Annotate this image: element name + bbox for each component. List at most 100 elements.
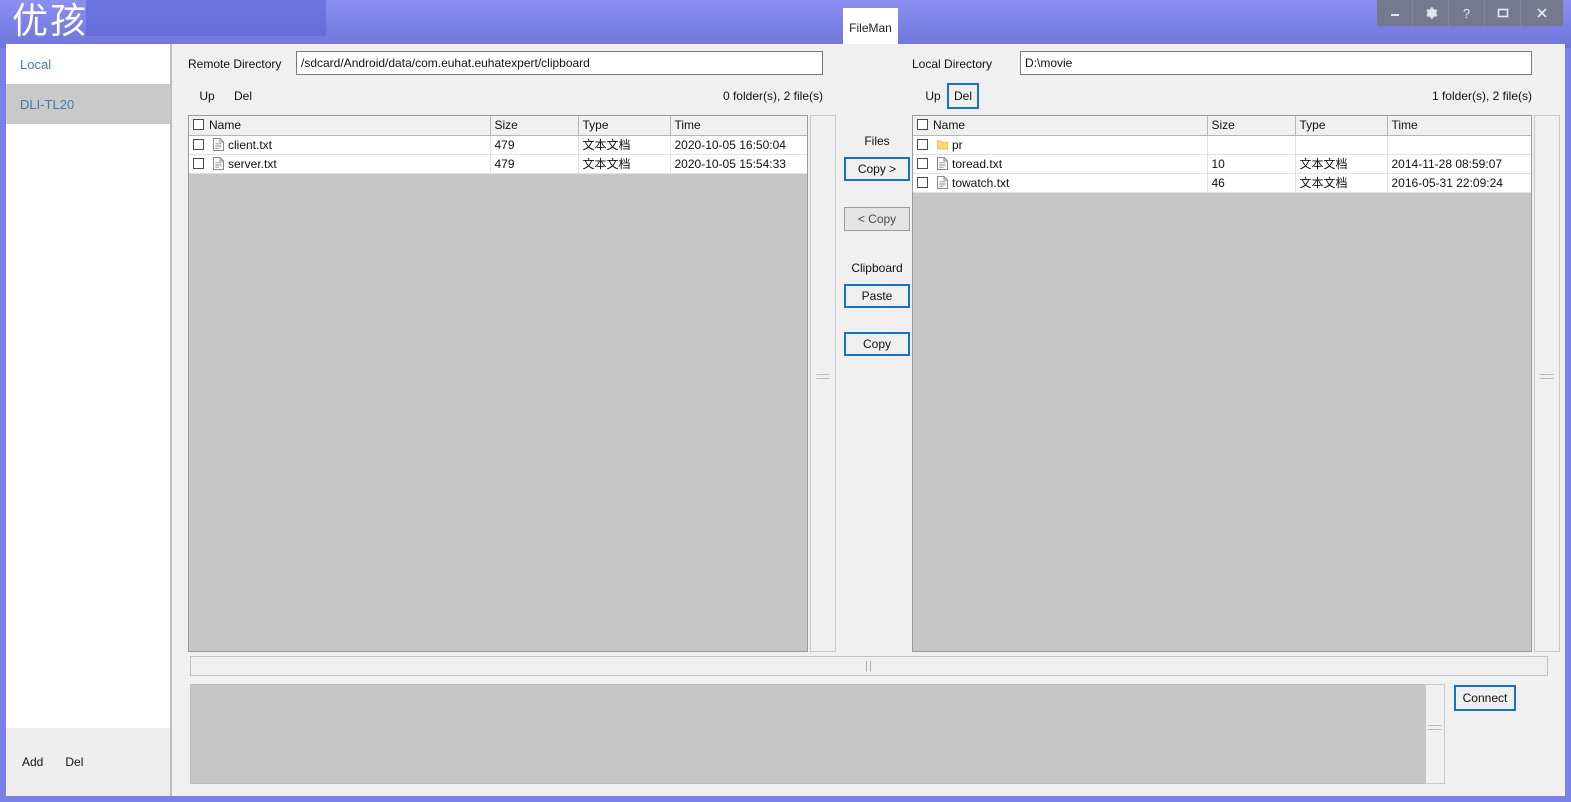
local-row-1-name[interactable]: toread.txt bbox=[913, 154, 1208, 174]
remote-del-button[interactable]: Del bbox=[229, 85, 257, 107]
local-row-0-name-label: pr bbox=[952, 137, 963, 152]
local-col-name[interactable]: Name bbox=[913, 116, 1208, 136]
clipboard-copy-button[interactable]: Copy bbox=[844, 332, 910, 356]
file-icon bbox=[213, 157, 224, 170]
remote-row-0-size: 479 bbox=[490, 135, 579, 155]
connect-button[interactable]: Connect bbox=[1454, 685, 1516, 711]
sidebar: Local DLI-TL20 Add Del bbox=[6, 44, 170, 796]
local-row-0-time bbox=[1387, 135, 1531, 155]
sidebar-item-dli-tl20[interactable]: DLI-TL20 bbox=[6, 84, 170, 124]
local-row-1-type: 文本文档 bbox=[1295, 154, 1388, 174]
tab-fileman[interactable]: FileMan bbox=[843, 8, 898, 48]
horizontal-splitter[interactable]: || bbox=[190, 656, 1548, 676]
remote-row-0-name[interactable]: client.txt bbox=[189, 135, 491, 155]
local-row-0-name[interactable]: pr bbox=[913, 135, 1208, 155]
sidebar-item-local-label: Local bbox=[20, 56, 52, 72]
remote-row-1-time: 2020-10-05 15:54:33 bbox=[670, 154, 807, 174]
copy-to-remote-button[interactable]: < Copy bbox=[844, 207, 910, 231]
table-row[interactable]: client.txt 479 文本文档 2020-10-05 16:50:04 bbox=[189, 135, 807, 155]
local-row-0-size bbox=[1207, 135, 1296, 155]
remote-count-text: 0 folder(s), 2 file(s) bbox=[722, 89, 823, 103]
sidebar-add-button[interactable]: Add bbox=[22, 755, 43, 769]
local-row-2-type: 文本文档 bbox=[1295, 173, 1388, 193]
sidebar-item-local[interactable]: Local bbox=[6, 44, 170, 84]
local-panel-splitter[interactable] bbox=[1534, 115, 1560, 652]
remote-col-name[interactable]: Name bbox=[189, 116, 491, 136]
clipboard-paste-button[interactable]: Paste bbox=[844, 284, 910, 308]
local-row-2-name[interactable]: towatch.txt bbox=[913, 173, 1208, 193]
splitter-grip-icon bbox=[1540, 374, 1554, 381]
remote-row-1-checkbox[interactable] bbox=[193, 158, 204, 169]
copy-to-local-button[interactable]: Copy > bbox=[844, 157, 910, 181]
sidebar-footer: Add Del bbox=[6, 728, 170, 796]
remote-row-1-name[interactable]: server.txt bbox=[189, 154, 491, 174]
remote-row-0-name-label: client.txt bbox=[228, 137, 273, 152]
local-col-time[interactable]: Time bbox=[1387, 116, 1531, 136]
remote-up-button[interactable]: Up bbox=[194, 85, 220, 107]
clipboard-section-label: Clipboard bbox=[851, 261, 903, 275]
remote-row-1-size: 479 bbox=[490, 154, 579, 174]
remote-col-name-label: Name bbox=[209, 118, 242, 133]
remote-select-all-checkbox[interactable] bbox=[193, 119, 204, 131]
local-table-header-row: Name Size Type Time bbox=[913, 116, 1531, 136]
minimize-icon[interactable] bbox=[1377, 0, 1413, 26]
splitter-grip-icon: || bbox=[865, 660, 873, 672]
file-icon bbox=[213, 138, 224, 151]
local-row-2-time: 2016-05-31 22:09:24 bbox=[1387, 173, 1531, 193]
main-panel: Remote Directory Up Del 0 folder(s), 2 f… bbox=[170, 44, 1565, 796]
maximize-icon[interactable] bbox=[1485, 0, 1521, 26]
remote-table-header-row: Name Size Type Time bbox=[189, 116, 807, 136]
local-row-0-checkbox[interactable] bbox=[917, 139, 928, 150]
local-row-2-size: 46 bbox=[1207, 173, 1296, 193]
local-count-text: 1 folder(s), 2 file(s) bbox=[1431, 89, 1532, 103]
remote-row-0-type: 文本文档 bbox=[578, 135, 671, 155]
app-logo-text: 优孩 bbox=[12, 1, 89, 42]
local-del-button[interactable]: Del bbox=[947, 83, 980, 109]
local-col-name-label: Name bbox=[933, 118, 966, 133]
local-select-all-checkbox[interactable] bbox=[917, 119, 928, 131]
sidebar-item-dli-tl20-label: DLI-TL20 bbox=[20, 96, 75, 112]
remote-col-size[interactable]: Size bbox=[490, 116, 579, 136]
local-row-1-checkbox[interactable] bbox=[917, 158, 928, 169]
remote-file-table[interactable]: Name Size Type Time client.txt 479 文本文档 … bbox=[188, 115, 808, 652]
local-directory-label: Local Directory bbox=[912, 57, 993, 71]
remote-row-0-checkbox[interactable] bbox=[193, 139, 204, 150]
local-table-body: pr toread.txt 10 文本文档 2014-11-28 08:59:0… bbox=[913, 135, 1531, 193]
close-icon[interactable] bbox=[1521, 0, 1563, 26]
table-row[interactable]: towatch.txt 46 文本文档 2016-05-31 22:09:24 bbox=[913, 173, 1531, 193]
splitter-grip-icon bbox=[816, 374, 830, 381]
gear-icon[interactable] bbox=[1413, 0, 1449, 26]
local-row-2-checkbox[interactable] bbox=[917, 177, 928, 188]
table-row[interactable]: toread.txt 10 文本文档 2014-11-28 08:59:07 bbox=[913, 154, 1531, 174]
sidebar-del-button[interactable]: Del bbox=[65, 755, 83, 769]
log-scrollbar[interactable] bbox=[1425, 684, 1445, 784]
local-row-1-size: 10 bbox=[1207, 154, 1296, 174]
files-section-label: Files bbox=[864, 134, 890, 148]
window-controls: ? bbox=[1377, 0, 1563, 26]
local-up-button[interactable]: Up bbox=[920, 85, 946, 107]
question-icon[interactable]: ? bbox=[1449, 0, 1485, 26]
remote-col-type[interactable]: Type bbox=[578, 116, 671, 136]
local-file-table[interactable]: Name Size Type Time pr toread.txt 10 文本文… bbox=[912, 115, 1532, 652]
sidebar-spacer bbox=[6, 124, 170, 728]
center-actions: Files Copy > < Copy Clipboard Paste Copy bbox=[832, 134, 922, 356]
scrollbar-grip-icon bbox=[1428, 725, 1442, 732]
local-row-0-type bbox=[1295, 135, 1388, 155]
table-row[interactable]: server.txt 479 文本文档 2020-10-05 15:54:33 bbox=[189, 154, 807, 174]
local-row-1-time: 2014-11-28 08:59:07 bbox=[1387, 154, 1531, 174]
file-icon bbox=[937, 157, 948, 170]
file-icon bbox=[937, 176, 948, 189]
remote-directory-input[interactable] bbox=[296, 51, 823, 75]
remote-directory-label: Remote Directory bbox=[188, 57, 282, 71]
title-bar: 优孩 ? FileMan bbox=[0, 0, 1571, 48]
local-col-type[interactable]: Type bbox=[1295, 116, 1388, 136]
local-directory-input[interactable] bbox=[1020, 51, 1532, 75]
local-row-2-name-label: towatch.txt bbox=[952, 175, 1010, 190]
log-output-panel bbox=[190, 684, 1445, 784]
remote-table-body: client.txt 479 文本文档 2020-10-05 16:50:04 bbox=[189, 135, 807, 174]
local-row-1-name-label: toread.txt bbox=[952, 156, 1003, 171]
local-col-size[interactable]: Size bbox=[1207, 116, 1296, 136]
remote-row-0-time: 2020-10-05 16:50:04 bbox=[670, 135, 807, 155]
remote-col-time[interactable]: Time bbox=[670, 116, 807, 136]
table-row[interactable]: pr bbox=[913, 135, 1531, 155]
